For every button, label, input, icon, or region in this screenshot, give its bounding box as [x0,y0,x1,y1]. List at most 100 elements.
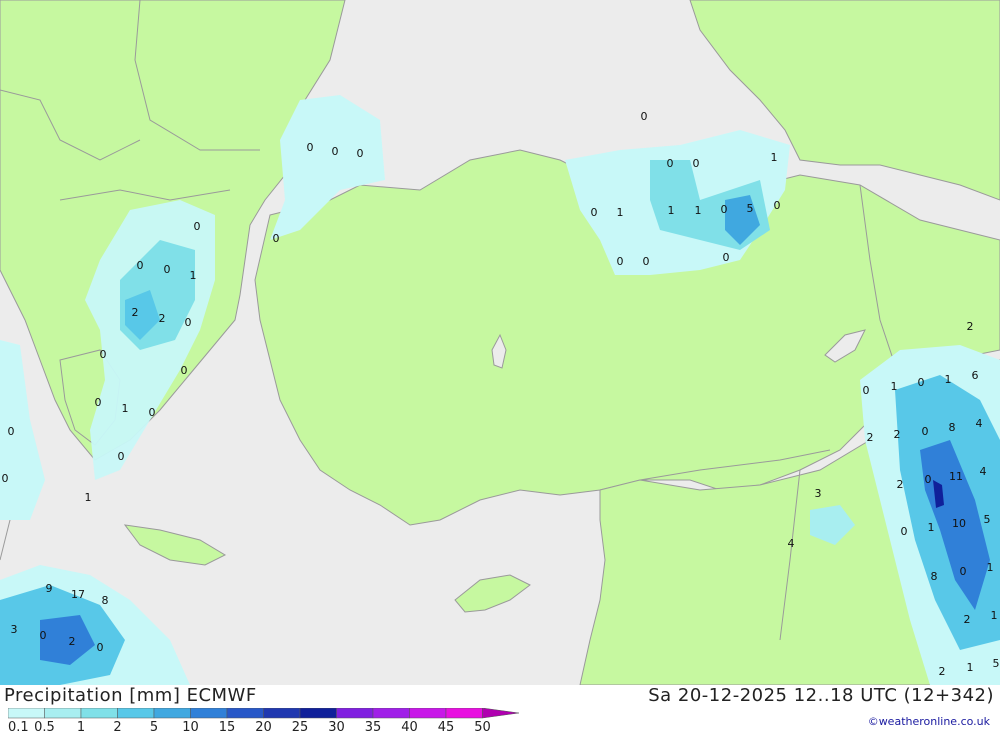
value-label: 1 [967,661,974,674]
value-label: 1 [991,609,998,622]
value-label: 2 [894,428,901,441]
legend-color-box [190,708,228,719]
forecast-datetime: Sa 20-12-2025 12..18 UTC (12+342) [648,685,994,706]
value-label: 0 [307,141,314,154]
value-label: 0 [960,565,967,578]
value-label: 0 [137,259,144,272]
value-label: 0 [667,157,674,170]
value-label: 1 [190,269,197,282]
value-label: 8 [102,594,109,607]
value-label: 1 [771,151,778,164]
value-label: 3 [11,623,18,636]
value-label: 1 [928,521,935,534]
value-label: 0 [181,364,188,377]
legend-label: 25 [292,720,309,732]
legend-label: 40 [401,720,418,732]
value-label: 1 [945,373,952,386]
value-label: 8 [931,570,938,583]
legend-color-box [299,708,337,719]
value-label: 10 [952,517,966,530]
legend-label: 35 [365,720,382,732]
value-label: 4 [980,465,987,478]
value-label: 0 [643,255,650,268]
legend-color-box [8,708,45,719]
value-label: 1 [122,402,129,415]
value-label: 2 [897,478,904,491]
legend-color-boxes [8,708,520,719]
legend-label: 20 [255,720,272,732]
legend-label: 1 [77,720,85,732]
value-label: 0 [194,220,201,233]
value-label: 0 [185,316,192,329]
legend-labels: 0.1 0.5 1 2 5 10 15 20 25 30 35 40 45 50 [8,720,491,732]
legend-label: 45 [438,720,455,732]
value-label: 0 [2,472,9,485]
source-credit: ©weatheronline.co.uk [867,715,990,728]
value-label: 4 [788,537,795,550]
value-label: 2 [967,320,974,333]
value-label: 2 [964,613,971,626]
value-label: 0 [617,255,624,268]
value-label: 2 [159,312,166,325]
legend-label: 50 [474,720,491,732]
value-label: 0 [357,147,364,160]
value-label: 0 [97,641,104,654]
value-label: 0 [591,206,598,219]
precipitation-legend: 0.1 0.5 1 2 5 10 15 20 25 30 35 40 45 50 [8,708,520,732]
value-label: 1 [668,204,675,217]
value-label: 0 [721,203,728,216]
value-label: 0 [641,110,648,123]
legend-color-box [117,708,155,719]
value-label: 5 [747,202,754,215]
value-label: 0 [332,145,339,158]
value-label: 5 [984,513,991,526]
value-label: 0 [863,384,870,397]
map-footer: Precipitation [mm] ECMWF Sa 20-12-2025 1… [0,685,1000,733]
value-label: 0 [273,232,280,245]
value-label: 0 [901,525,908,538]
legend-color-box [153,708,191,719]
value-label: 2 [132,306,139,319]
value-label: 0 [149,406,156,419]
value-label: 4 [976,417,983,430]
value-label: 2 [69,635,76,648]
value-label: 2 [867,431,874,444]
value-label: 0 [8,425,15,438]
legend-label: 10 [182,720,199,732]
value-label: 0 [693,157,700,170]
legend-color-box [80,708,118,719]
value-label: 9 [46,582,53,595]
legend-color-box [336,708,374,719]
value-label: 11 [949,470,963,483]
value-label: 3 [815,487,822,500]
value-label: 0 [40,629,47,642]
legend-label: 15 [219,720,236,732]
legend-label: 2 [113,720,121,732]
legend-color-box [44,708,82,719]
legend-color-box [482,708,520,719]
value-label: 8 [949,421,956,434]
value-label: 0 [118,450,125,463]
value-label: 0 [922,425,929,438]
legend-label: 0.5 [34,720,55,732]
value-label: 17 [71,588,85,601]
legend-color-box [226,708,264,719]
precipitation-map: 0 0 0 0 0 0 0 1 0 1 1 1 0 5 0 0 0 0 0 0 … [0,0,1000,686]
legend-label: 30 [328,720,345,732]
value-label: 1 [617,206,624,219]
value-label: 5 [993,657,1000,670]
value-label: 0 [100,348,107,361]
legend-color-box [372,708,410,719]
value-label: 0 [723,251,730,264]
legend-color-box [409,708,447,719]
value-label: 6 [972,369,979,382]
legend-color-box [263,708,301,719]
value-label: 1 [85,491,92,504]
value-label: 2 [939,665,946,678]
value-label: 1 [891,380,898,393]
value-label: 0 [774,199,781,212]
map-title: Precipitation [mm] ECMWF [4,685,257,706]
legend-label: 0.1 [8,720,29,732]
value-label: 0 [918,376,925,389]
value-label: 0 [925,473,932,486]
